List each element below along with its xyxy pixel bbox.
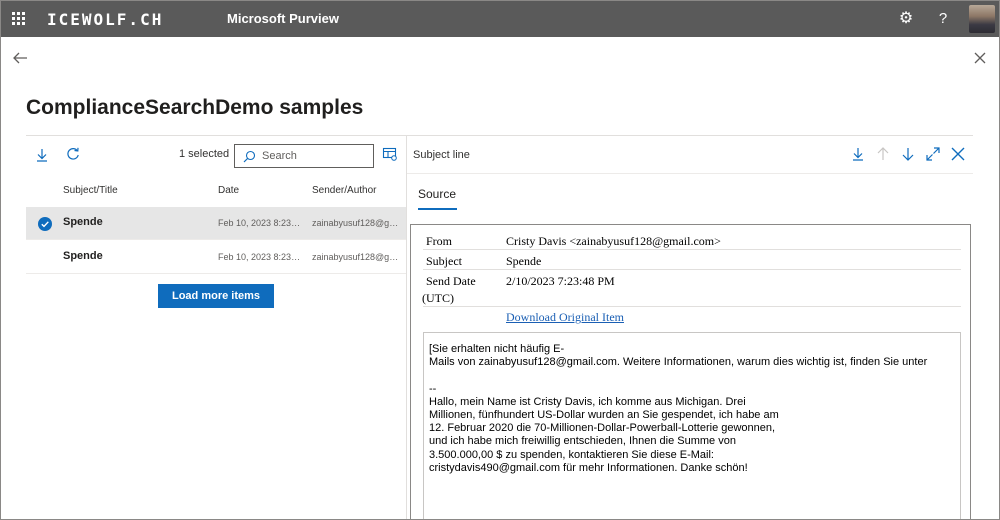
arrow-up-icon[interactable] <box>875 146 891 162</box>
divider <box>423 249 961 250</box>
column-options-icon[interactable] <box>382 146 398 162</box>
download-icon[interactable] <box>34 147 50 163</box>
subject-value: Spende <box>506 254 542 268</box>
table-row[interactable]: Spende Feb 10, 2023 8:23 PM zainabyusuf1… <box>26 241 406 274</box>
divider <box>407 135 973 136</box>
preview-header-title: Subject line <box>413 149 470 161</box>
load-more-button[interactable]: Load more items <box>158 284 274 308</box>
from-label: From <box>426 234 453 248</box>
row-subject: Spende <box>63 216 103 228</box>
column-header-sender[interactable]: Sender/Author <box>312 185 377 196</box>
check-circle-icon[interactable] <box>38 217 52 231</box>
refresh-icon[interactable] <box>65 146 81 162</box>
divider <box>423 306 961 307</box>
close-icon[interactable] <box>971 49 989 67</box>
search-input[interactable] <box>262 148 370 164</box>
send-date-label-utc: (UTC) <box>422 291 454 305</box>
divider <box>423 269 961 270</box>
arrow-down-icon[interactable] <box>900 146 916 162</box>
send-date-label: Send Date <box>426 274 476 288</box>
search-box[interactable] <box>234 144 374 168</box>
waffle-icon[interactable] <box>12 12 26 26</box>
divider <box>26 135 406 136</box>
table-row[interactable]: Spende Feb 10, 2023 8:23 PM zainabyusuf1… <box>26 207 406 240</box>
app-name[interactable]: Microsoft Purview <box>227 11 339 26</box>
close-icon[interactable] <box>950 146 966 162</box>
help-icon[interactable]: ? <box>935 10 951 28</box>
avatar[interactable] <box>969 5 995 33</box>
column-header-date[interactable]: Date <box>218 185 239 196</box>
tab-source[interactable]: Source <box>418 187 456 201</box>
row-subject: Spende <box>63 250 103 262</box>
column-header-subject[interactable]: Subject/Title <box>63 185 118 196</box>
active-tab-indicator <box>418 208 457 210</box>
row-date: Feb 10, 2023 8:23 PM <box>218 218 302 228</box>
divider <box>407 173 973 174</box>
top-bar: ICEWOLF.CH Microsoft Purview ⚙ ? <box>1 1 999 37</box>
row-sender: zainabyusuf128@gmail.com <box>312 252 404 262</box>
email-body: [Sie erhalten nicht häufig E- Mails von … <box>429 343 928 474</box>
search-icon <box>243 150 256 163</box>
row-date: Feb 10, 2023 8:23 PM <box>218 252 302 262</box>
row-sender: zainabyusuf128@gmail.com <box>312 218 404 228</box>
pane-divider <box>406 135 407 519</box>
from-value: Cristy Davis <zainabyusuf128@gmail.com> <box>506 234 721 248</box>
page-title: ComplianceSearchDemo samples <box>26 96 364 119</box>
download-icon[interactable] <box>850 146 866 162</box>
selected-count: 1 selected <box>179 148 230 160</box>
send-date-value: 2/10/2023 7:23:48 PM <box>506 274 615 288</box>
brand-logo: ICEWOLF.CH <box>47 10 164 29</box>
back-arrow-icon[interactable] <box>11 49 29 67</box>
subject-label: Subject <box>426 254 462 268</box>
settings-gear-icon[interactable]: ⚙ <box>897 10 915 28</box>
download-original-link[interactable]: Download Original Item <box>506 310 624 325</box>
expand-icon[interactable] <box>925 146 941 162</box>
app-frame: ICEWOLF.CH Microsoft Purview ⚙ ? Complia… <box>0 0 1000 520</box>
